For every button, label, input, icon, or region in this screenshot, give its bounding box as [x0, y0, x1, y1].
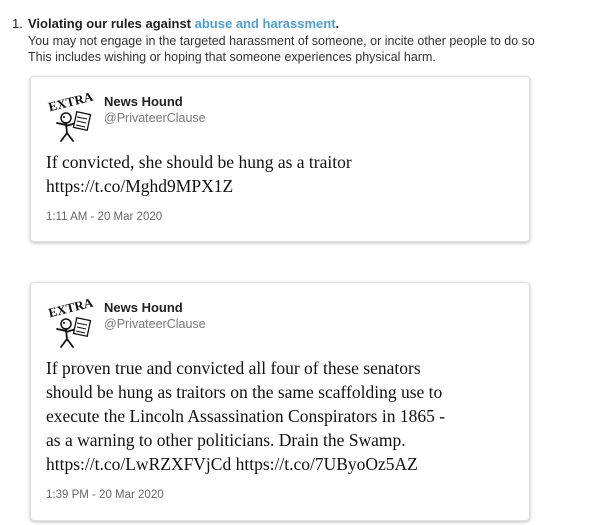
avatar-logo-text: EXTRA [47, 93, 95, 114]
rule-description-line-1: You may not engage in the targeted haras… [28, 34, 535, 48]
tweet-link[interactable]: https://t.co/Mghd9MPX1Z [46, 174, 516, 198]
avatar-figure-body [56, 122, 77, 142]
avatar[interactable]: EXTRA [45, 299, 95, 349]
avatar-logo-text: EXTRA [47, 299, 95, 320]
tweet-text-line: execute the Lincoln Assassination Conspi… [46, 406, 446, 426]
avatar-figure-eye [63, 116, 65, 118]
abuse-harassment-link[interactable]: abuse and harassment [195, 16, 336, 31]
avatar[interactable]: EXTRA [45, 93, 95, 143]
tweet-author-handle[interactable]: @PrivateerClause [104, 111, 206, 125]
tweet-text: If convicted, she should be hung as a tr… [46, 150, 516, 198]
tweet-author-name[interactable]: News Hound [104, 300, 183, 315]
rule-description-line-2: This includes wishing or hoping that som… [28, 50, 436, 64]
tweet-text-line: should be hung as traitors on the same s… [46, 382, 443, 402]
avatar-newspaper [72, 316, 92, 338]
tweet-text-line: If proven true and convicted all four of… [46, 358, 421, 378]
tweet-text-line: as a warning to other politicians. Drain… [46, 430, 406, 450]
tweet-author-handle[interactable]: @PrivateerClause [104, 317, 206, 331]
embedded-tweet[interactable]: EXTRA News Hound @PrivateerClause If con… [30, 76, 530, 242]
rule-heading: Violating our rules against abuse and ha… [28, 16, 339, 32]
avatar-figure-eye [63, 322, 65, 324]
list-number: 1. [12, 16, 23, 31]
tweet-author-name[interactable]: News Hound [104, 94, 183, 109]
avatar-newspaper [72, 110, 92, 132]
embedded-tweet[interactable]: EXTRA News Hound @PrivateerClause If pro… [30, 282, 530, 521]
rule-heading-prefix: Violating our rules against [28, 16, 195, 31]
avatar-figure-head [60, 318, 72, 330]
tweet-links[interactable]: https://t.co/LwRZXFVjCd https://t.co/7UB… [46, 452, 516, 476]
avatar-figure-body [56, 328, 77, 348]
avatar-figure-head [60, 112, 72, 124]
tweet-timestamp[interactable]: 1:39 PM - 20 Mar 2020 [46, 489, 164, 501]
tweet-timestamp[interactable]: 1:11 AM - 20 Mar 2020 [46, 211, 162, 223]
tweet-text-line: If convicted, she should be hung as a tr… [46, 152, 352, 172]
tweet-text: If proven true and convicted all four of… [46, 356, 516, 476]
rule-heading-suffix: . [335, 16, 340, 31]
